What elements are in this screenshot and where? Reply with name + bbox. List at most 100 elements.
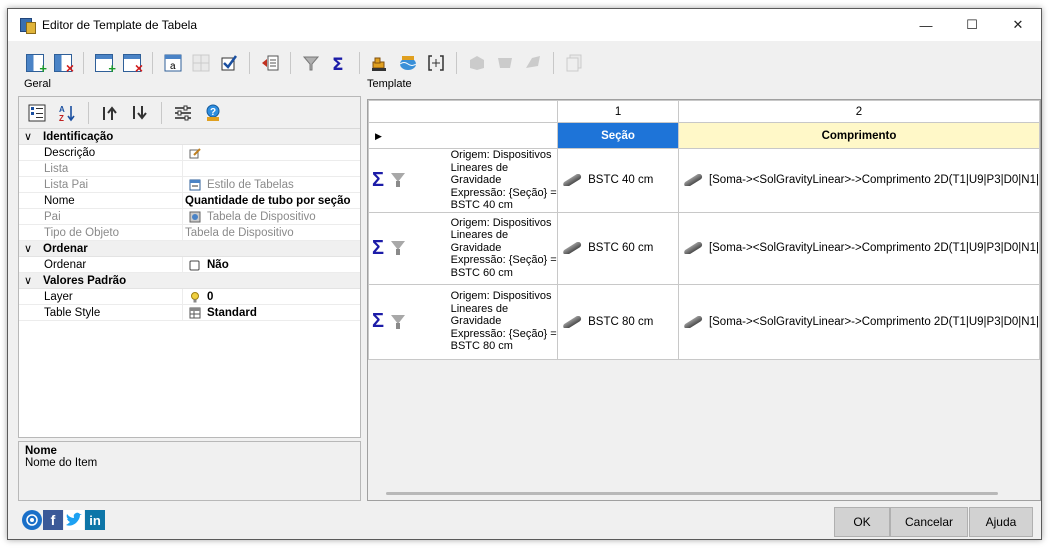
title-bar: Editor de Template de Tabela — ☐ ✕ [8, 9, 1041, 41]
property-panel: AZ ? ∨ Identificação Descrição Lista Lista P… [18, 96, 361, 438]
property-value[interactable] [182, 161, 360, 176]
import-button[interactable] [259, 52, 281, 74]
column-number-cell[interactable]: 1 [557, 100, 679, 123]
length-value: [Soma-><SolGravityLinear>->Comprimento 2… [679, 316, 1039, 328]
sum-button[interactable]: Σ [328, 52, 350, 74]
website-icon[interactable] [22, 510, 42, 530]
svg-text:Σ: Σ [332, 55, 344, 72]
minimize-button[interactable]: — [903, 9, 949, 41]
property-row[interactable]: Nome Quantidade de tubo por seção [19, 193, 360, 209]
property-row[interactable]: Descrição [19, 145, 360, 161]
horizontal-scrollbar[interactable] [386, 492, 998, 495]
property-row[interactable]: Tipo de Objeto Tabela de Dispositivo [19, 225, 360, 241]
property-value[interactable]: Quantidade de tubo por seção [182, 193, 360, 208]
delete-row-button[interactable] [121, 52, 143, 76]
origin-cell[interactable]: Σ Origem: Dispositivos Lineares de Gravi… [367, 283, 559, 360]
property-value[interactable]: Standard [182, 305, 360, 320]
row-selector-cell[interactable]: ▶ [367, 122, 559, 149]
check-button[interactable] [218, 52, 240, 74]
table-row[interactable]: Σ Origem: Dispositivos Lineares de Gravi… [367, 148, 1041, 213]
shape-c-button[interactable] [522, 52, 544, 74]
origin-cell[interactable]: Σ Origem: Dispositivos Lineares de Gravi… [367, 148, 559, 213]
svg-text:?: ? [210, 107, 216, 118]
text-style-button[interactable]: a [162, 52, 184, 74]
property-row[interactable]: Lista [19, 161, 360, 177]
toolbar-separator [359, 52, 360, 74]
insert-column-button[interactable] [24, 52, 47, 76]
help-button[interactable]: Ajuda [969, 507, 1033, 537]
property-row[interactable]: Lista Pai Estilo de Tabelas [19, 177, 360, 193]
move-down-icon [133, 105, 147, 120]
insert-row-button[interactable] [93, 52, 116, 76]
filter-button[interactable] [300, 52, 322, 74]
section-cell[interactable]: BSTC 60 cm [557, 211, 679, 285]
linkedin-icon[interactable]: in [85, 510, 105, 530]
delete-column-button[interactable] [52, 52, 74, 76]
shape-a-button[interactable] [466, 52, 488, 74]
shape-b-button[interactable] [494, 52, 516, 74]
property-value-text: Tabela de Dispositivo [185, 226, 294, 239]
toolbar-separator [83, 52, 84, 74]
insert-row-icon [95, 54, 116, 76]
column-number-cell[interactable]: 2 [677, 100, 1041, 123]
description-title: Nome [25, 445, 57, 457]
length-cell[interactable]: [Soma-><SolGravityLinear>->Comprimento 2… [677, 148, 1041, 213]
help-person-button[interactable]: ? [201, 102, 225, 124]
bulb-icon [189, 291, 201, 303]
grid-icon [192, 54, 210, 72]
table-row[interactable]: Σ Origem: Dispositivos Lineares de Gravi… [367, 211, 1041, 285]
column-number-cell[interactable] [367, 100, 559, 123]
property-name: Layer [44, 290, 73, 303]
settings-sliders-button[interactable] [171, 102, 195, 124]
close-button[interactable]: ✕ [995, 9, 1041, 41]
property-category[interactable]: ∨ Valores Padrão [19, 273, 360, 289]
move-down-button[interactable] [128, 102, 152, 124]
property-value[interactable]: Estilo de Tabelas [182, 177, 360, 192]
property-value[interactable]: 0 [182, 289, 360, 304]
merge-cells-button[interactable] [190, 52, 212, 74]
section-cell[interactable]: BSTC 80 cm [557, 283, 679, 360]
property-row[interactable]: Pai Tabela de Dispositivo [19, 209, 360, 225]
header-cell-secao[interactable]: Seção [557, 122, 679, 149]
copy-button[interactable] [563, 52, 585, 74]
property-category[interactable]: ∨ Identificação [19, 129, 360, 145]
property-value[interactable]: Tabela de Dispositivo [182, 209, 360, 224]
length-cell[interactable]: [Soma-><SolGravityLinear>->Comprimento 2… [677, 283, 1041, 360]
checkbox-check-icon [221, 55, 238, 71]
twitter-icon[interactable] [64, 510, 84, 530]
property-row[interactable]: Table Style Standard [19, 305, 360, 321]
ok-button[interactable]: OK [834, 507, 890, 537]
delete-row-icon [123, 54, 143, 76]
cancel-button[interactable]: Cancelar [890, 507, 968, 537]
property-value[interactable]: Tabela de Dispositivo [182, 225, 360, 240]
maximize-button[interactable]: ☐ [949, 9, 995, 41]
chevron-down-icon[interactable]: ∨ [19, 274, 37, 287]
header-cell-comprimento[interactable]: Comprimento [677, 122, 1041, 149]
property-value[interactable]: Não [182, 257, 360, 272]
categorized-view-button[interactable] [25, 102, 49, 124]
water-button[interactable] [397, 52, 419, 74]
section-cell[interactable]: BSTC 40 cm [557, 148, 679, 213]
origin-cell[interactable]: Σ Origem: Dispositivos Lineares de Gravi… [367, 211, 559, 285]
property-row[interactable]: Layer 0 [19, 289, 360, 305]
property-toolbar: AZ ? [19, 97, 360, 129]
insert-column-icon [26, 54, 47, 76]
origin-line: BSTC 40 cm [450, 199, 513, 211]
property-category[interactable]: ∨ Ordenar [19, 241, 360, 257]
chevron-down-icon[interactable]: ∨ [19, 242, 37, 255]
alphabetical-view-button[interactable]: AZ [55, 102, 79, 124]
move-up-button[interactable] [98, 102, 122, 124]
machine-button[interactable] [369, 52, 391, 74]
table-row[interactable]: Σ Origem: Dispositivos Lineares de Gravi… [367, 283, 1041, 360]
property-value[interactable] [182, 145, 360, 160]
bracket-button[interactable] [425, 52, 447, 74]
chevron-down-icon[interactable]: ∨ [19, 130, 37, 143]
length-cell[interactable]: [Soma-><SolGravityLinear>->Comprimento 2… [677, 211, 1041, 285]
shape-c-icon [526, 56, 540, 68]
filter-icon [302, 56, 320, 71]
facebook-icon[interactable]: f [43, 510, 63, 530]
property-name: Table Style [44, 306, 101, 319]
property-name: Lista [44, 162, 69, 175]
origin-line: BSTC 80 cm [450, 340, 513, 353]
property-row[interactable]: Ordenar Não [19, 257, 360, 273]
